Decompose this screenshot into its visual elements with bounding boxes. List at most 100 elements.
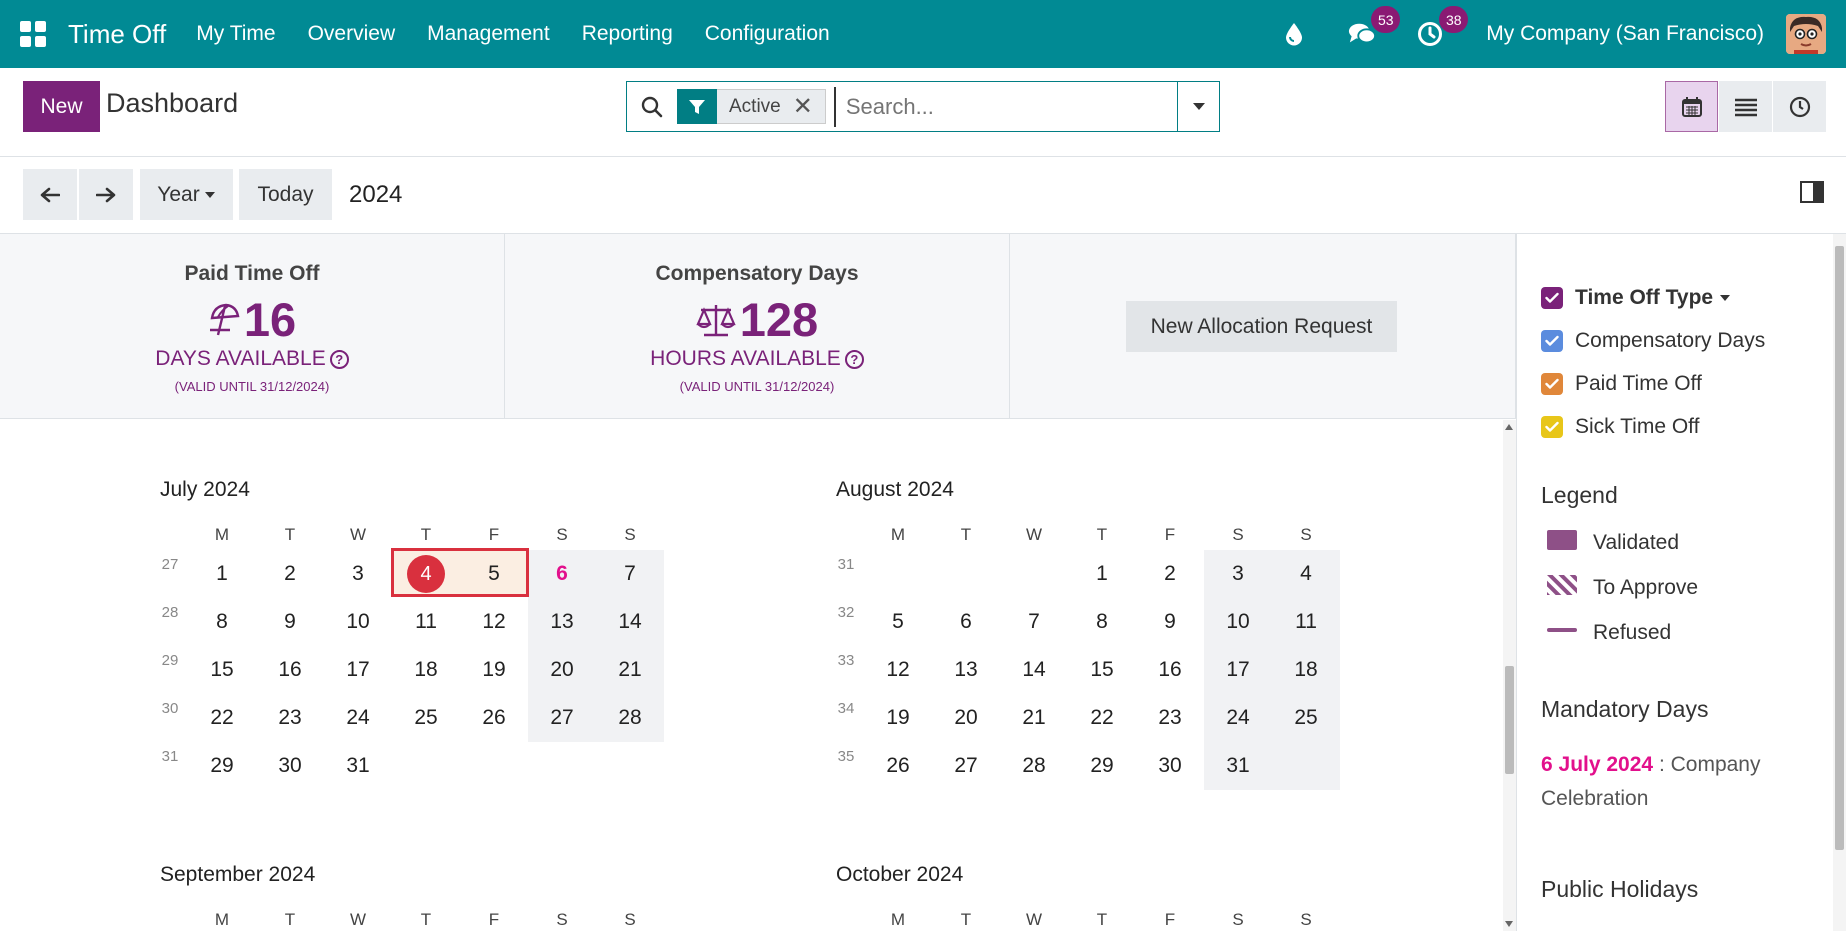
calendar-day[interactable]: 9 [256,598,324,646]
menu-reporting[interactable]: Reporting [566,22,689,46]
calendar-day[interactable]: 3 [1204,550,1272,598]
calendar-day[interactable]: 22 [1068,694,1136,742]
calendar-day[interactable]: 8 [188,598,256,646]
calendar-day[interactable]: 29 [188,742,256,790]
calendar-day[interactable]: 21 [596,646,664,694]
calendar-day[interactable]: 13 [528,598,596,646]
search-input[interactable] [833,86,1177,127]
calendar-day[interactable]: 27 [528,694,596,742]
calendar-day[interactable]: 18 [1272,646,1340,694]
app-brand[interactable]: Time Off [68,19,166,50]
calendar-day[interactable]: 30 [1136,742,1204,790]
calendar-day[interactable]: 9 [1136,598,1204,646]
calendar-day[interactable]: 26 [460,694,528,742]
calendar-day[interactable]: 1 [188,550,256,598]
calendar-day[interactable]: 18 [392,646,460,694]
calendar-day[interactable]: 6 [932,598,1000,646]
calendar-day[interactable]: 19 [864,694,932,742]
filter-item[interactable]: Paid Time Off [1541,372,1702,396]
calendar-day[interactable]: 27 [932,742,1000,790]
calendar-day[interactable]: 14 [1000,646,1068,694]
help-icon[interactable]: ? [844,350,864,369]
menu-management[interactable]: Management [411,22,566,46]
calendar-day[interactable]: 16 [1136,646,1204,694]
calendar-day[interactable]: 26 [864,742,932,790]
company-switcher[interactable]: My Company (San Francisco) [1486,22,1764,46]
checkbox-icon[interactable] [1541,416,1563,438]
calendar-day[interactable]: 22 [188,694,256,742]
calendar-day[interactable]: 3 [324,550,392,598]
checkbox-icon[interactable] [1541,373,1563,395]
calendar-day[interactable]: 10 [1204,598,1272,646]
side-panel-scrollbar[interactable] [1833,234,1846,931]
calendar-day[interactable]: 28 [1000,742,1068,790]
user-avatar[interactable] [1786,14,1826,54]
help-icon[interactable]: ? [329,350,349,369]
menu-configuration[interactable]: Configuration [689,22,846,46]
calendar-day[interactable]: 20 [528,646,596,694]
calendar-day[interactable]: 16 [256,646,324,694]
menu-overview[interactable]: Overview [292,22,412,46]
previous-button[interactable] [23,169,77,220]
today-button[interactable]: Today [239,169,332,220]
calendar-day[interactable]: 10 [324,598,392,646]
calendar-day[interactable]: 7 [596,550,664,598]
activity-view-button[interactable] [1773,81,1826,132]
calendar-day[interactable]: 25 [1272,694,1340,742]
calendar-day[interactable]: 17 [324,646,392,694]
calendar-scrollbar[interactable] [1503,420,1516,931]
calendar-day[interactable]: 2 [1136,550,1204,598]
new-button[interactable]: New [23,81,100,132]
calendar-day[interactable]: 24 [1204,694,1272,742]
calendar-day[interactable]: 12 [460,598,528,646]
calendar-day[interactable]: 17 [1204,646,1272,694]
activities-clock-icon[interactable]: 38 [1416,6,1469,48]
calendar-day[interactable]: 31 [1204,742,1272,790]
calendar-day[interactable]: 2 [256,550,324,598]
calendar-day[interactable]: 25 [392,694,460,742]
calendar-day[interactable]: 20 [932,694,1000,742]
drop-icon[interactable] [1280,20,1308,48]
calendar-day[interactable]: 5 [460,550,528,598]
filter-item[interactable]: Compensatory Days [1541,329,1765,353]
calendar-day[interactable]: 23 [256,694,324,742]
calendar-day[interactable]: 23 [1136,694,1204,742]
calendar-day[interactable]: 15 [1068,646,1136,694]
calendar-day[interactable]: 28 [596,694,664,742]
calendar-day[interactable]: 31 [324,742,392,790]
side-panel-toggle-icon[interactable] [1800,181,1824,203]
calendar-day[interactable]: 4 [1272,550,1340,598]
calendar-day[interactable]: 19 [460,646,528,694]
search-facet-active[interactable]: Active ✕ [677,89,826,124]
calendar-day-today[interactable]: 4 [407,555,445,593]
list-view-button[interactable] [1719,81,1772,132]
calendar-view-button[interactable] [1665,81,1718,132]
facet-remove-icon[interactable]: ✕ [793,92,825,121]
calendar-day[interactable]: 15 [188,646,256,694]
calendar-day[interactable]: 11 [1272,598,1340,646]
calendar-day[interactable]: 24 [324,694,392,742]
mandatory-day-entry[interactable]: 6 July 2024 : Company Celebration [1541,748,1811,816]
calendar-day[interactable]: 7 [1000,598,1068,646]
calendar-day[interactable]: 6 [528,550,596,598]
calendar-day[interactable]: 13 [932,646,1000,694]
filter-time-off-type[interactable]: Time Off Type [1541,286,1731,310]
scale-dropdown[interactable]: Year [140,169,233,220]
calendar-day[interactable]: 21 [1000,694,1068,742]
search-options-toggle[interactable] [1177,82,1219,131]
next-button[interactable] [79,169,133,220]
checkbox-icon[interactable] [1541,287,1563,309]
calendar-day[interactable]: 5 [864,598,932,646]
new-allocation-request-button[interactable]: New Allocation Request [1126,301,1397,352]
apps-menu-icon[interactable] [20,21,46,47]
calendar-day[interactable]: 1 [1068,550,1136,598]
calendar-day[interactable]: 8 [1068,598,1136,646]
calendar-day[interactable]: 30 [256,742,324,790]
menu-my-time[interactable]: My Time [180,22,291,46]
messages-icon[interactable]: 53 [1348,6,1401,48]
calendar-day[interactable]: 29 [1068,742,1136,790]
search-icon[interactable] [627,96,677,118]
calendar-day[interactable]: 14 [596,598,664,646]
filter-item[interactable]: Sick Time Off [1541,415,1699,439]
checkbox-icon[interactable] [1541,330,1563,352]
